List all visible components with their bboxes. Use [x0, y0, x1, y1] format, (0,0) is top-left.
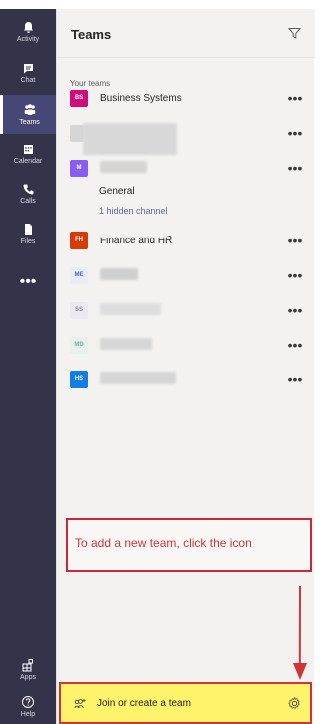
- more-options-button[interactable]: •••: [287, 303, 303, 317]
- more-options-button[interactable]: •••: [287, 91, 303, 105]
- team-row[interactable]: HS •••: [57, 369, 315, 392]
- rail-item-label: Activity: [16, 36, 40, 43]
- more-options-button[interactable]: •••: [287, 233, 303, 247]
- rail-item-calls[interactable]: Calls: [4, 183, 52, 206]
- team-row[interactable]: •••: [57, 123, 315, 155]
- filter-button[interactable]: [287, 26, 303, 42]
- blurred-team-name: [100, 303, 161, 315]
- team-avatar: [70, 125, 84, 142]
- more-options-button[interactable]: •••: [287, 372, 303, 386]
- calendar-icon: [23, 145, 33, 154]
- team-avatar: MD: [70, 337, 88, 354]
- rail-item-label: Chat: [20, 77, 36, 84]
- name-obscured-area: [100, 231, 168, 238]
- blurred-team-name: [100, 372, 176, 384]
- app-rail: Activity Chat Teams Calendar Calls Files…: [0, 9, 56, 724]
- hidden-channel-link[interactable]: 1 hidden channel: [99, 206, 168, 216]
- rail-item-teams[interactable]: Teams: [0, 95, 56, 134]
- rail-item-label: Calls: [20, 198, 36, 205]
- rail-item-label: Help: [20, 711, 36, 718]
- team-row[interactable]: FH Finance and HR •••: [57, 230, 315, 253]
- teams-icon: [24, 104, 35, 115]
- teams-app-window: Activity Chat Teams Calendar Calls Files…: [0, 0, 315, 724]
- files-icon: [24, 224, 32, 235]
- rail-item-label: Files: [20, 238, 36, 245]
- chat-icon: [23, 64, 33, 74]
- phone-icon: [22, 184, 33, 195]
- rail-item-chat[interactable]: Chat: [4, 62, 52, 85]
- team-avatar: HS: [70, 371, 88, 388]
- blurred-team-name: [83, 123, 177, 155]
- team-avatar: SS: [70, 302, 88, 319]
- blurred-team-name: [100, 161, 147, 173]
- bell-icon: [23, 22, 33, 33]
- more-apps-button[interactable]: •••: [0, 274, 56, 290]
- more-options-button[interactable]: •••: [287, 126, 303, 140]
- blurred-team-name: [100, 338, 152, 350]
- team-avatar: FH: [70, 232, 88, 249]
- team-avatar: ME: [70, 267, 88, 284]
- team-row[interactable]: MD •••: [57, 335, 315, 358]
- channel-general[interactable]: General: [99, 186, 135, 197]
- teams-header: Teams: [57, 9, 315, 58]
- rail-item-apps[interactable]: Apps: [4, 658, 52, 682]
- rail-item-label: Calendar: [13, 158, 43, 165]
- your-teams-label: Your teams: [70, 79, 111, 88]
- join-or-create-team-label[interactable]: Join or create a team: [97, 698, 191, 709]
- team-name: Business Systems: [100, 93, 182, 104]
- more-options-button[interactable]: •••: [287, 161, 303, 175]
- teams-panel: Teams Your teams BS Business Systems •••…: [56, 9, 315, 724]
- team-row[interactable]: M •••: [57, 158, 315, 181]
- more-options-button[interactable]: •••: [287, 338, 303, 352]
- join-team-icon: [74, 699, 86, 709]
- rail-item-activity[interactable]: Activity: [4, 21, 52, 44]
- apps-icon: [22, 659, 33, 672]
- settings-icon[interactable]: [287, 696, 302, 711]
- top-window-edge: [0, 0, 314, 9]
- rail-item-calendar[interactable]: Calendar: [4, 143, 52, 166]
- team-avatar: BS: [70, 90, 88, 107]
- instruction-callout: To add a new team, click the icon: [66, 518, 312, 572]
- team-row[interactable]: ME •••: [57, 265, 315, 288]
- rail-item-help[interactable]: Help: [4, 695, 52, 719]
- filter-icon: [287, 28, 302, 39]
- blurred-team-name: [100, 268, 138, 280]
- team-row[interactable]: SS •••: [57, 300, 315, 323]
- red-arrow-icon: [293, 585, 307, 680]
- help-icon: [22, 696, 34, 708]
- rail-item-label: Teams: [19, 119, 40, 126]
- team-row[interactable]: BS Business Systems •••: [57, 88, 315, 111]
- team-avatar: M: [70, 160, 88, 177]
- join-or-create-team-bar[interactable]: Join or create a team: [59, 682, 312, 724]
- page-title: Teams: [71, 27, 112, 42]
- rail-item-files[interactable]: Files: [4, 223, 52, 246]
- rail-item-label: Apps: [20, 674, 36, 681]
- more-options-button[interactable]: •••: [287, 268, 303, 282]
